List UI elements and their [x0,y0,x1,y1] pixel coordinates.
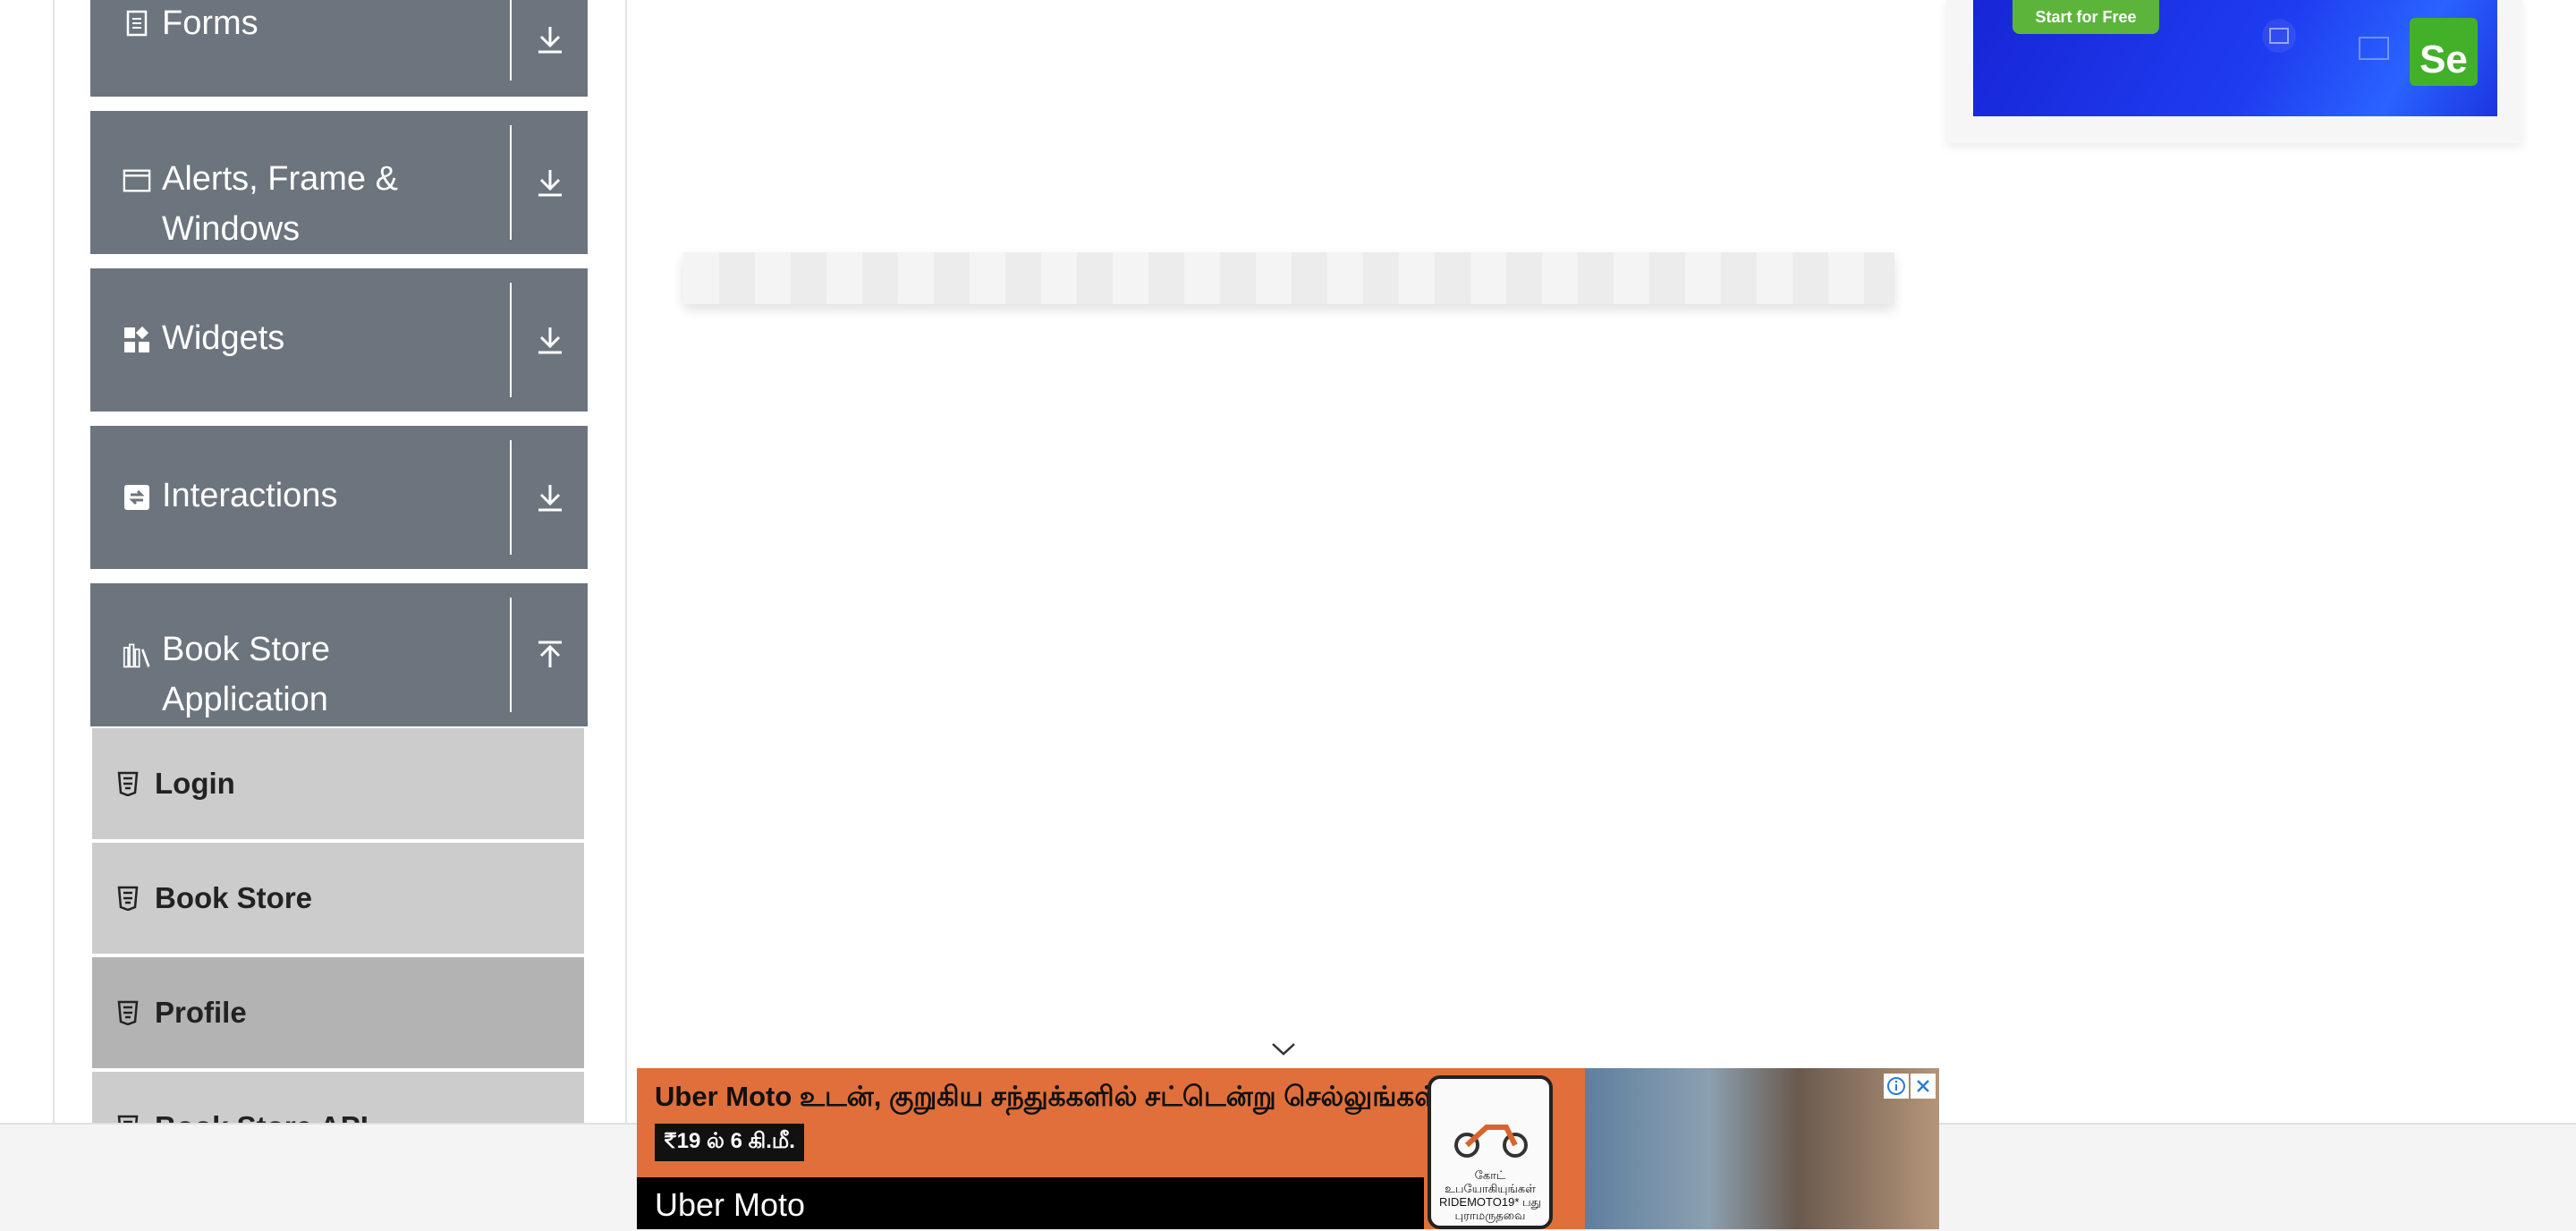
menu-item-label: Book Store [155,881,313,914]
menu-item-book-store[interactable]: Book Store [92,843,584,954]
html5-icon [115,999,140,1026]
browser-icon [2262,19,2296,53]
download-arrow-icon [538,27,562,54]
upload-arrow-icon [538,641,562,667]
menu-item-label: Profile [155,996,247,1029]
menu-item-login[interactable]: Login [92,728,584,839]
phone-promo-text: கோட் உபயோகியுங்கள் RIDEMOTO19* பது புராம… [1439,1168,1541,1222]
group-divider [510,0,512,81]
expand-toggle[interactable] [513,426,588,569]
download-arrow-icon [538,327,562,354]
group-divider [510,283,512,397]
html5-icon [115,885,140,912]
ad-brand-band: Uber Moto [637,1177,1424,1229]
group-alerts-frame-windows[interactable]: Alerts, Frame & Windows [90,111,588,254]
widgets-icon [123,326,151,354]
window-outline-icon [2359,37,2389,60]
menu-item-profile[interactable]: Profile [92,957,584,1068]
chevron-down-icon[interactable] [1268,1038,1299,1059]
top-advertisement[interactable]: Start for Free Se [1946,0,2522,143]
expand-toggle[interactable] [513,0,588,97]
expand-toggle[interactable] [513,111,588,254]
window-icon [123,166,151,195]
info-icon[interactable] [1884,1074,1909,1099]
group-interactions[interactable]: Interactions [90,426,588,569]
collapse-toggle[interactable] [513,583,588,726]
ad-banner[interactable]: Start for Free Se [1973,0,2497,116]
ad-price-tag: ₹19 ல் 6 கி.மீ. [655,1124,804,1161]
books-icon [123,641,151,669]
group-divider [510,598,512,712]
phone-mockup: கோட் உபயோகியுங்கள் RIDEMOTO19* பது புராம… [1428,1075,1553,1229]
group-forms[interactable]: Forms [90,0,588,97]
group-label: Widgets [162,319,285,357]
ad-brand: Uber Moto [655,1186,806,1223]
group-label: Book Store Application [162,631,330,718]
group-label: Alerts, Frame & Windows [162,160,398,248]
menu-item-label: Login [155,767,235,800]
start-for-free-button[interactable]: Start for Free [2012,0,2159,34]
close-icon[interactable] [1911,1074,1936,1099]
group-label: Interactions [162,477,338,514]
bottom-advertisement[interactable]: Uber Moto உடன், குறுகிய சந்துக்களில் சட்… [637,1068,1939,1229]
group-widgets[interactable]: Widgets [90,268,588,412]
download-arrow-icon [538,170,562,197]
expand-toggle[interactable] [513,268,588,412]
group-divider [510,125,512,240]
group-label: Forms [162,4,258,42]
download-arrow-icon [538,485,562,512]
group-book-store-application[interactable]: Book Store Application [90,583,588,726]
loading-placeholder [683,252,1894,304]
html5-icon [115,770,140,797]
motorbike-icon [1454,1125,1528,1158]
interactions-icon [123,483,151,512]
ad-headline: Uber Moto உடன், குறுகிய சந்துக்களில் சட்… [655,1081,1447,1112]
selenium-logo: Se [2410,18,2478,86]
group-divider [510,440,512,555]
document-icon [123,9,151,38]
